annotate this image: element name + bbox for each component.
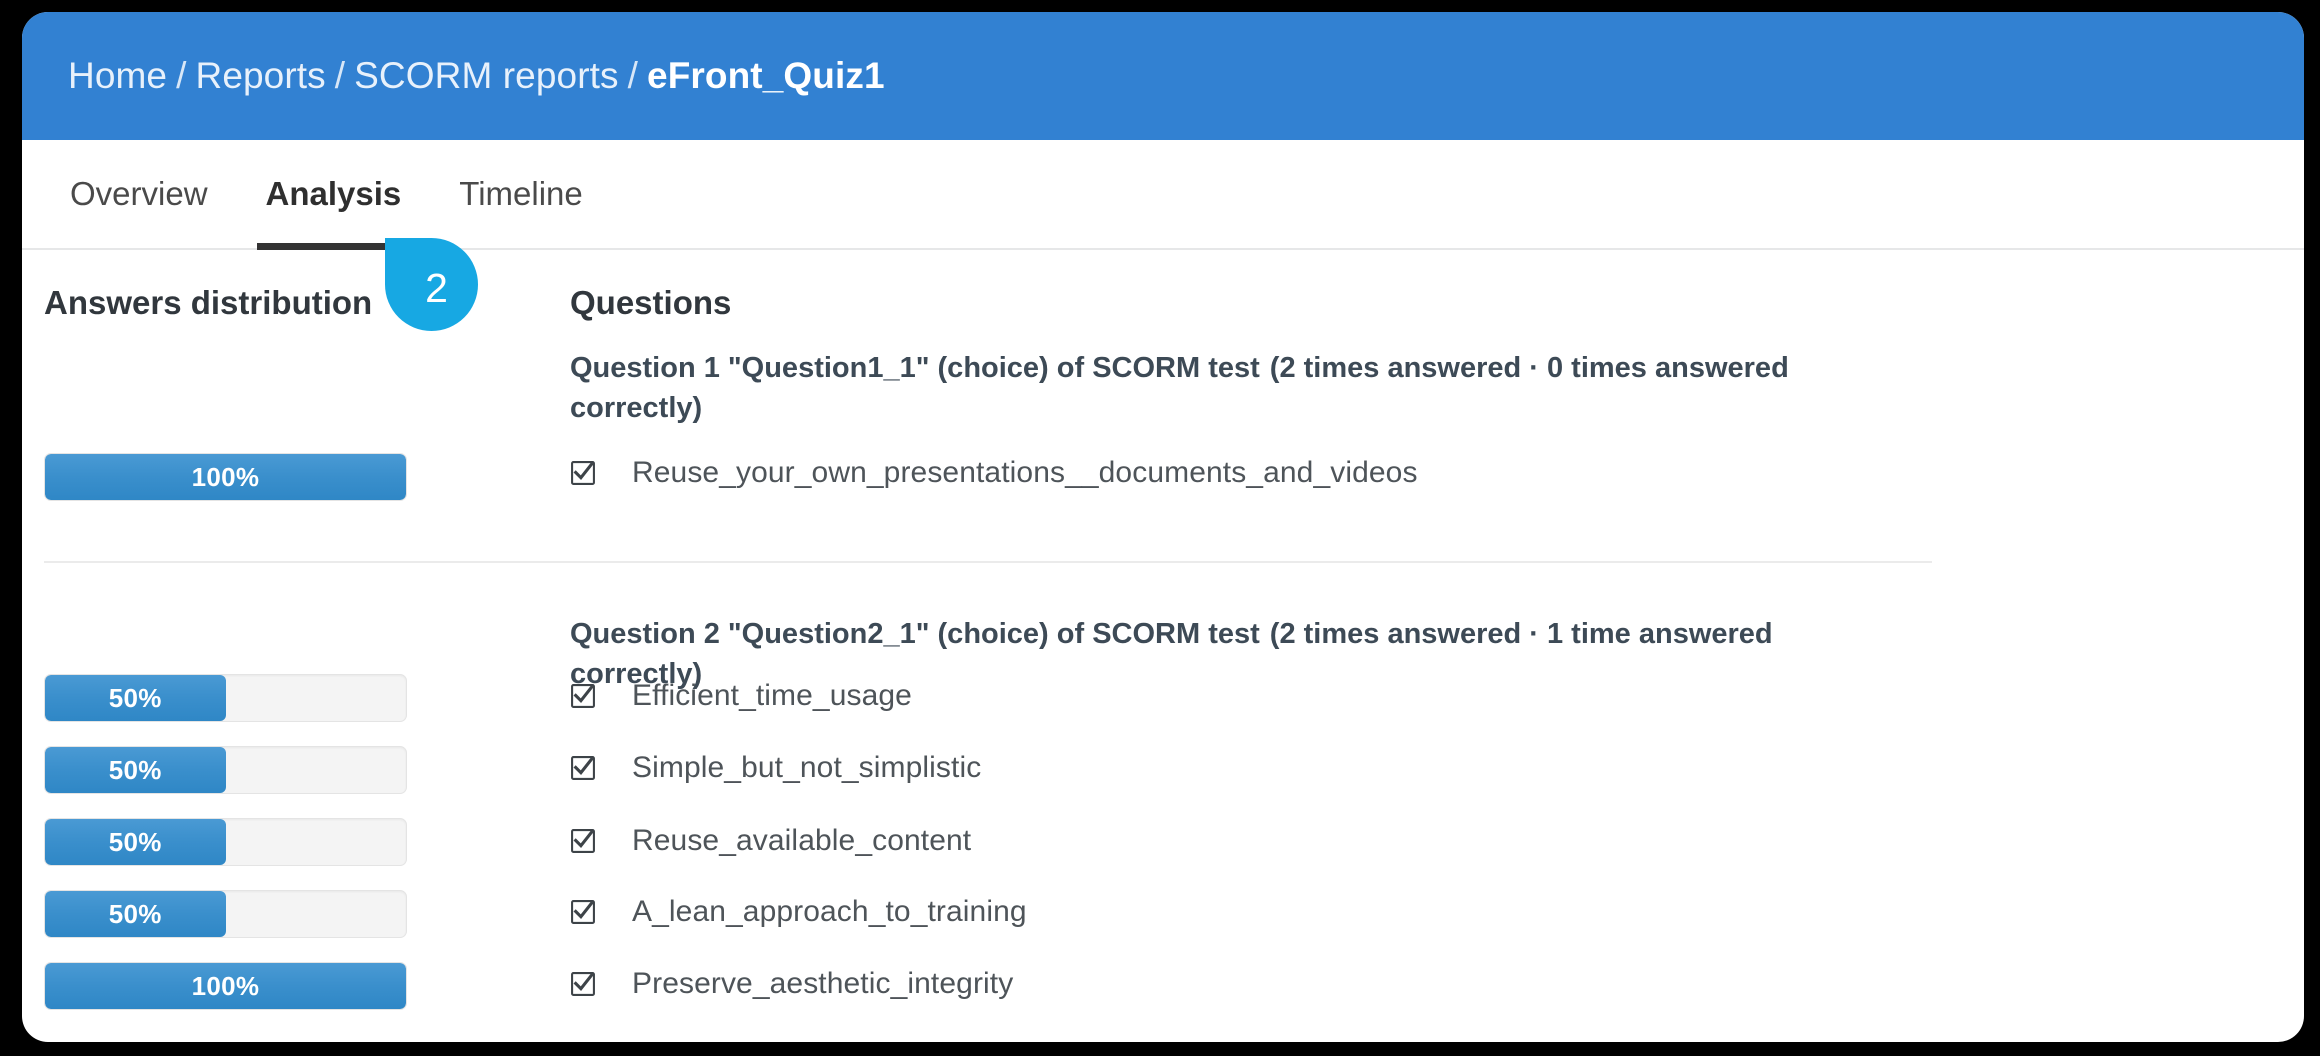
checkbox-checked-icon — [570, 755, 596, 781]
distribution-bar-percent-label: 50% — [108, 826, 162, 857]
questions-panel: Questions Question 1 "Question1_1" (choi… — [552, 250, 2304, 1000]
distribution-bar-percent-label: 50% — [108, 754, 162, 785]
distribution-bar-percent-label: 50% — [108, 682, 162, 713]
tab-bar: Overview Analysis Timeline — [22, 140, 2304, 250]
distribution-bar-fill: 50% — [45, 819, 226, 865]
breadcrumb: Home / Reports / SCORM reports / eFront_… — [68, 55, 885, 97]
question-title: Question 1 "Question1_1" (choice) of SCO… — [560, 348, 1810, 428]
analysis-content: Answers distribution 100% 50% 50% 50% 50% 100… — [22, 250, 2304, 1010]
breadcrumb-separator: / — [334, 55, 346, 96]
application-window: Home / Reports / SCORM reports / eFront_… — [22, 12, 2304, 1042]
tab-analysis-label: Analysis — [265, 175, 402, 212]
distribution-bar-track: 100% — [44, 962, 407, 1010]
distribution-bar-fill: 50% — [45, 747, 226, 793]
distribution-bar-percent-label: 100% — [191, 970, 260, 1001]
checkbox-checked-icon — [570, 971, 596, 997]
answer-row: Simple_but_not_simplistic — [570, 744, 981, 792]
answer-row: A_lean_approach_to_training — [570, 888, 1027, 936]
tab-analysis[interactable]: Analysis — [256, 140, 411, 250]
answer-label: Preserve_aesthetic_integrity — [632, 967, 1014, 1000]
distribution-bar-fill: 100% — [45, 963, 406, 1009]
distribution-bar-track: 50% — [44, 818, 407, 866]
checkbox-checked-icon — [570, 828, 596, 854]
distribution-bar-fill: 100% — [45, 454, 406, 500]
answer-row: Preserve_aesthetic_integrity — [570, 960, 1013, 1008]
question-title-main: Question 2 "Question2_1" (choice) of SCO… — [570, 618, 1260, 650]
distribution-bar-track: 50% — [44, 674, 407, 722]
answer-label: Simple_but_not_simplistic — [632, 751, 982, 784]
distribution-bar-percent-label: 100% — [191, 461, 260, 492]
breadcrumb-item-reports[interactable]: Reports — [196, 55, 326, 97]
checkbox-checked-icon — [570, 460, 596, 486]
breadcrumb-separator: / — [627, 55, 639, 96]
breadcrumb-item-current: eFront_Quiz1 — [647, 55, 885, 96]
breadcrumb-item-home[interactable]: Home — [68, 55, 167, 97]
question-title-main: Question 1 "Question1_1" (choice) of SCO… — [570, 352, 1260, 384]
answer-row: Reuse_your_own_presentations__documents_… — [570, 449, 1418, 497]
section-divider — [44, 561, 1932, 563]
breadcrumb-item-scorm-reports[interactable]: SCORM reports — [354, 55, 618, 97]
answer-label: A_lean_approach_to_training — [632, 895, 1027, 928]
answer-row: Efficient_time_usage — [570, 672, 912, 720]
questions-heading: Questions — [570, 284, 732, 321]
tab-timeline-label: Timeline — [459, 175, 583, 212]
answer-label: Efficient_time_usage — [632, 679, 912, 712]
tab-overview-label: Overview — [70, 175, 208, 212]
answer-row: Reuse_available_content — [570, 817, 971, 865]
checkbox-checked-icon — [570, 683, 596, 709]
checkbox-checked-icon — [570, 899, 596, 925]
distribution-bar-fill: 50% — [45, 891, 226, 937]
distribution-bar-track: 50% — [44, 890, 407, 938]
breadcrumb-separator: / — [176, 55, 187, 96]
distribution-bar-track: 50% — [44, 746, 407, 794]
tab-overview[interactable]: Overview — [68, 140, 210, 248]
page-header: Home / Reports / SCORM reports / eFront_… — [22, 12, 2304, 140]
distribution-bar-fill: 50% — [45, 675, 226, 721]
answers-distribution-panel: Answers distribution 100% 50% 50% 50% 50% 100… — [22, 250, 552, 1010]
answer-label: Reuse_your_own_presentations__documents_… — [632, 456, 1418, 489]
distribution-bar-percent-label: 50% — [108, 898, 162, 929]
answer-label: Reuse_available_content — [632, 824, 972, 857]
tab-timeline[interactable]: Timeline — [457, 140, 584, 248]
answers-distribution-heading: Answers distribution — [44, 284, 373, 321]
distribution-bar-track: 100% — [44, 453, 407, 501]
